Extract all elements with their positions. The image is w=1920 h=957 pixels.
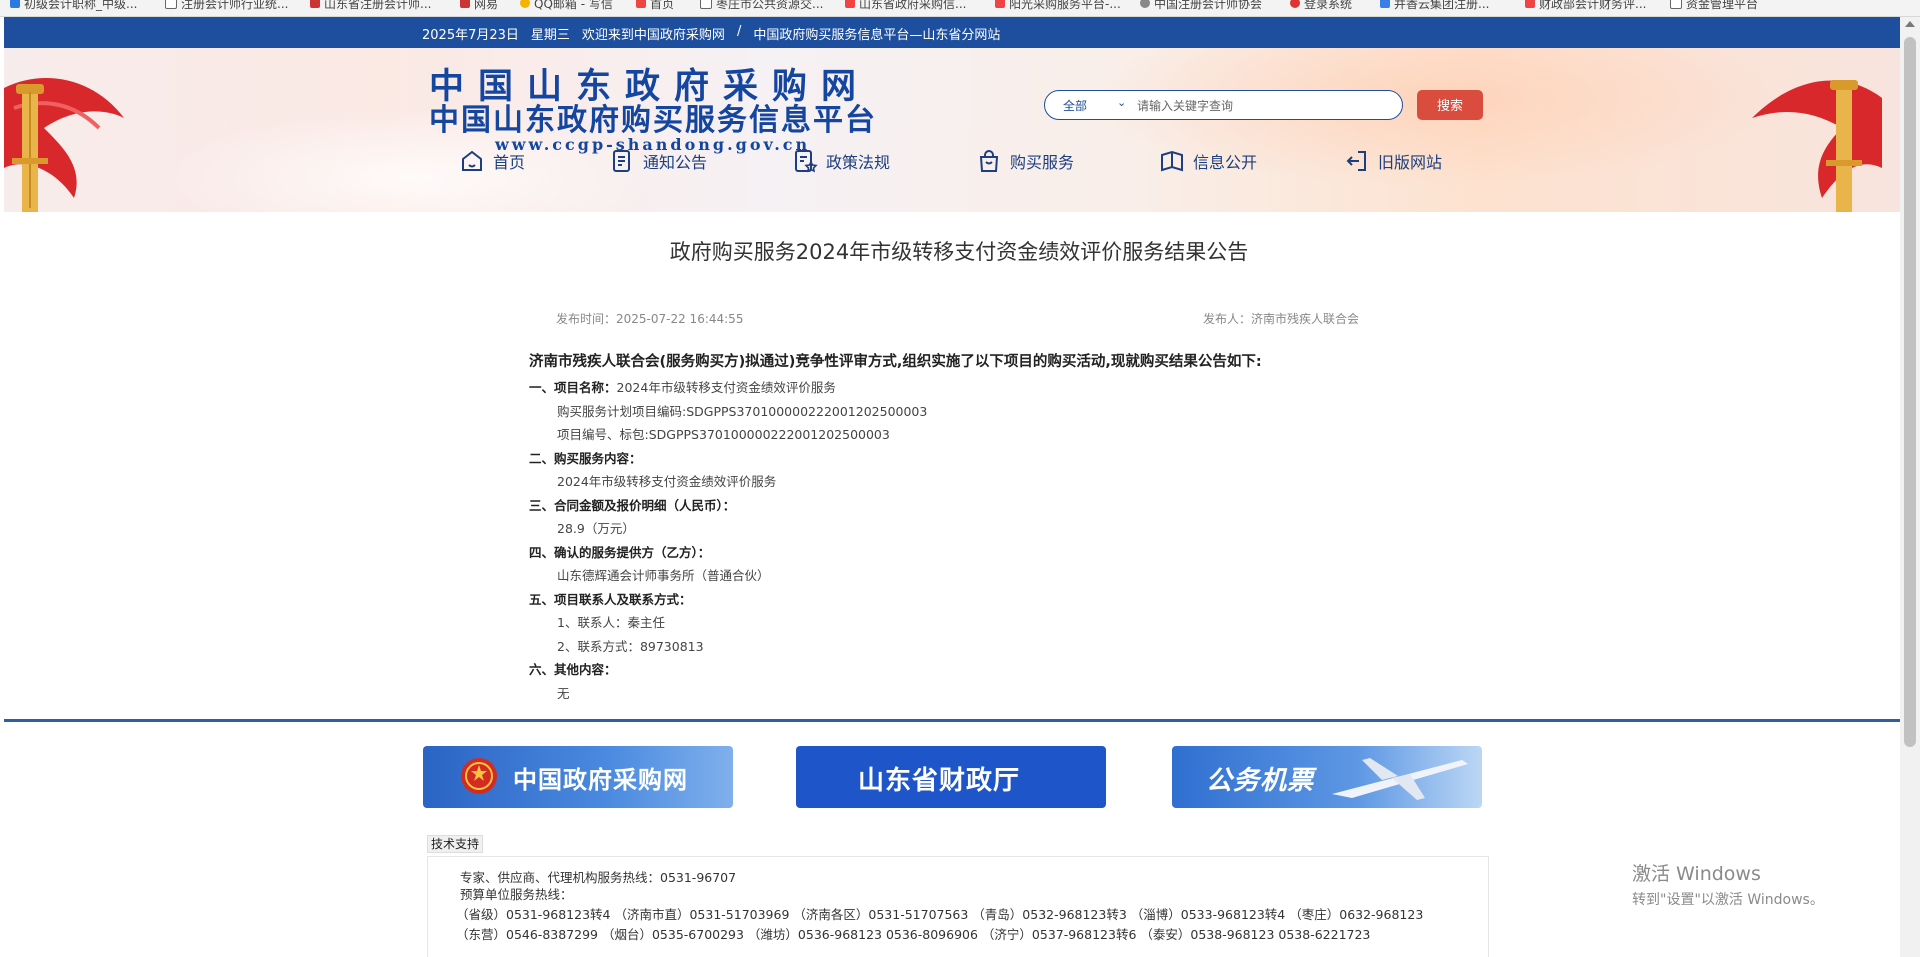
hotline-box: 专家、供应商、代理机构服务热线：0531-96707 预算单位服务热线： （省级… — [427, 856, 1489, 957]
web-page: 2025年7月23日 星期三 欢迎来到中国政府采购网 / 中国政府购买服务信息平… — [4, 17, 1900, 957]
bookmark-item[interactable]: 阳光采购服务平台-... — [995, 0, 1121, 11]
chevron-down-icon[interactable]: ⌄ — [1117, 96, 1126, 109]
hotline-list-2: （东营）0546-8387299 （烟台）0535-6700293 （潍坊）05… — [456, 927, 1371, 942]
section-contract-amount: 三、合同金额及报价明细（人民币）： — [529, 497, 736, 513]
bookmark-item[interactable]: 注册会计师行业统... — [165, 0, 288, 11]
bookmark-icon — [845, 0, 855, 8]
open-book-icon — [1161, 150, 1183, 172]
nav-item-home[interactable]: 首页 — [459, 148, 525, 174]
nav-item-old-site[interactable]: 旧版网站 — [1344, 148, 1442, 174]
bookmark-icon — [1290, 0, 1300, 8]
bookmark-item[interactable]: 网易 — [460, 0, 498, 11]
official-air-ticket-banner-link[interactable]: 公务机票 — [1172, 746, 1482, 808]
bookmark-icon — [995, 0, 1005, 8]
separator: / — [736, 24, 742, 39]
huabiao-flag-icon — [1752, 80, 1882, 212]
hotline-budget-label: 预算单位服务热线： — [460, 887, 573, 902]
tech-support-label: 技术支持 — [427, 835, 484, 853]
provider-name: 山东德辉通会计师事务所（普通合伙） — [557, 568, 770, 583]
notice-icon — [613, 150, 630, 172]
top-info-bar: 2025年7月23日 星期三 欢迎来到中国政府采购网 / 中国政府购买服务信息平… — [4, 17, 1900, 48]
search-button[interactable]: 搜索 — [1417, 90, 1483, 120]
bookmark-item[interactable]: 中国注册会计师协会 — [1140, 0, 1262, 11]
bookmark-item[interactable]: 登录系统 — [1290, 0, 1352, 11]
bookmark-item[interactable]: 首页 — [636, 0, 674, 11]
page-icon — [700, 0, 712, 9]
bookmark-icon — [1380, 0, 1390, 8]
bookmark-item[interactable]: 初级会计职称_中级... — [10, 0, 137, 11]
project-code: 项目编号、标包:SDGPPS370100000222001202500003 — [557, 427, 890, 442]
national-emblem-icon — [461, 758, 497, 794]
bookmark-item[interactable]: 山东省政府采购信... — [845, 0, 966, 11]
contact-phone: 2、联系方式：89730813 — [557, 638, 704, 654]
section-contact: 五、项目联系人及联系方式： — [529, 591, 692, 607]
bookmark-icon — [636, 0, 646, 8]
policy-icon — [795, 150, 818, 173]
scroll-up-arrow-icon[interactable] — [1905, 21, 1915, 27]
site-logo[interactable]: 中国山东政府采购网 中国山东政府购买服务信息平台 www.ccgp-shando… — [429, 68, 899, 158]
service-content: 2024年市级转移支付资金绩效评价服务 — [557, 474, 777, 489]
logo-subtitle: 中国山东政府购买服务信息平台 — [429, 103, 877, 138]
page-icon — [1670, 0, 1682, 9]
platform-text: 中国政府购买服务信息平台—山东省分网站 — [753, 28, 1001, 43]
bookmark-icon — [1525, 0, 1535, 8]
nav-item-service[interactable]: 购买服务 — [976, 148, 1074, 174]
bookmark-item[interactable]: 并香云集团注册... — [1380, 0, 1489, 11]
contact-person: 1、联系人：秦主任 — [557, 615, 665, 630]
section-service-content: 二、购买服务内容： — [529, 450, 642, 466]
bookmark-icon — [520, 0, 530, 8]
article-lead: 济南市残疾人联合会(服务购买方)拟通过)竞争性评审方式,组织实施了以下项目的购买… — [529, 354, 1262, 370]
huabiao-flag-icon — [4, 78, 124, 212]
nav-item-disclosure[interactable]: 信息公开 — [1159, 148, 1257, 174]
bookmark-icon — [1140, 0, 1150, 8]
bookmark-item[interactable]: 山东省注册会计师... — [310, 0, 431, 11]
bookmark-icon — [310, 0, 320, 8]
hotline-list-1: （省级）0531-968123转4 （济南市直）0531-51703969 （济… — [456, 907, 1424, 922]
shopping-bag-icon — [979, 150, 999, 172]
bookmark-icon — [10, 0, 20, 8]
section-other: 六、其他内容： — [529, 662, 617, 677]
nav-item-notice[interactable]: 通知公告 — [609, 148, 707, 174]
current-weekday: 星期三 — [530, 28, 570, 43]
bookmark-item[interactable]: 资金管理平台 — [1670, 0, 1758, 11]
bookmark-item[interactable]: 财政部会计财务评... — [1525, 0, 1646, 11]
bookmark-item[interactable]: 枣庄市公共资源交... — [700, 0, 823, 11]
airplane-icon — [1332, 758, 1468, 800]
home-icon — [462, 150, 482, 171]
other-content: 无 — [557, 685, 570, 701]
bookmark-icon — [460, 0, 470, 8]
current-date: 2025年7月23日 — [422, 28, 519, 43]
windows-activation-watermark: 激活 Windows 转到"设置"以激活 Windows。 — [1632, 863, 1824, 908]
search-box: 全部 ⌄ — [1044, 90, 1403, 120]
search-scope-select[interactable]: 全部 — [1063, 97, 1087, 114]
contract-amount: 28.9（万元） — [557, 521, 635, 536]
article-title: 政府购买服务2024年市级转移支付资金绩效评价服务结果公告 — [669, 240, 1249, 264]
welcome-text: 欢迎来到中国政府采购网 — [581, 28, 725, 43]
publisher: 发布人：济南市残疾人联合会 — [1203, 312, 1360, 326]
ccgp-banner-link[interactable]: 中国政府采购网 — [423, 746, 733, 808]
vertical-scrollbar[interactable] — [1900, 17, 1920, 957]
logo-title: 中国山东政府采购网 — [429, 66, 871, 107]
bookmark-item[interactable]: QQ邮箱 - 写信 — [520, 0, 613, 11]
footer-divider — [4, 719, 1900, 722]
site-header: 中国山东政府采购网 中国山东政府购买服务信息平台 www.ccgp-shando… — [4, 48, 1900, 212]
page-icon — [165, 0, 177, 9]
nav-item-policy[interactable]: 政策法规 — [792, 148, 890, 174]
publish-time: 发布时间：2025-07-22 16:44:55 — [556, 312, 744, 326]
exit-icon — [1346, 151, 1366, 171]
section-provider: 四、确认的服务提供方（乙方）： — [529, 544, 711, 560]
section-project-name: 一、项目名称：2024年市级转移支付资金绩效评价服务 — [529, 380, 836, 395]
search-input[interactable] — [1135, 95, 1389, 117]
plan-code: 购买服务计划项目编码:SDGPPS37010000022200120250000… — [557, 403, 928, 419]
bookmarks-bar: 初级会计职称_中级... 注册会计师行业统... 山东省注册会计师... 网易 … — [0, 0, 1920, 17]
scrollbar-thumb[interactable] — [1904, 37, 1916, 747]
article-content: 济南市残疾人联合会(服务购买方)拟通过)竞争性评审方式,组织实施了以下项目的购买… — [529, 350, 1349, 705]
finance-dept-banner-link[interactable]: 山东省财政厅 — [796, 746, 1106, 808]
tech-support: 技术支持 专家、供应商、代理机构服务热线：0531-96707 预算单位服务热线… — [427, 833, 1489, 957]
